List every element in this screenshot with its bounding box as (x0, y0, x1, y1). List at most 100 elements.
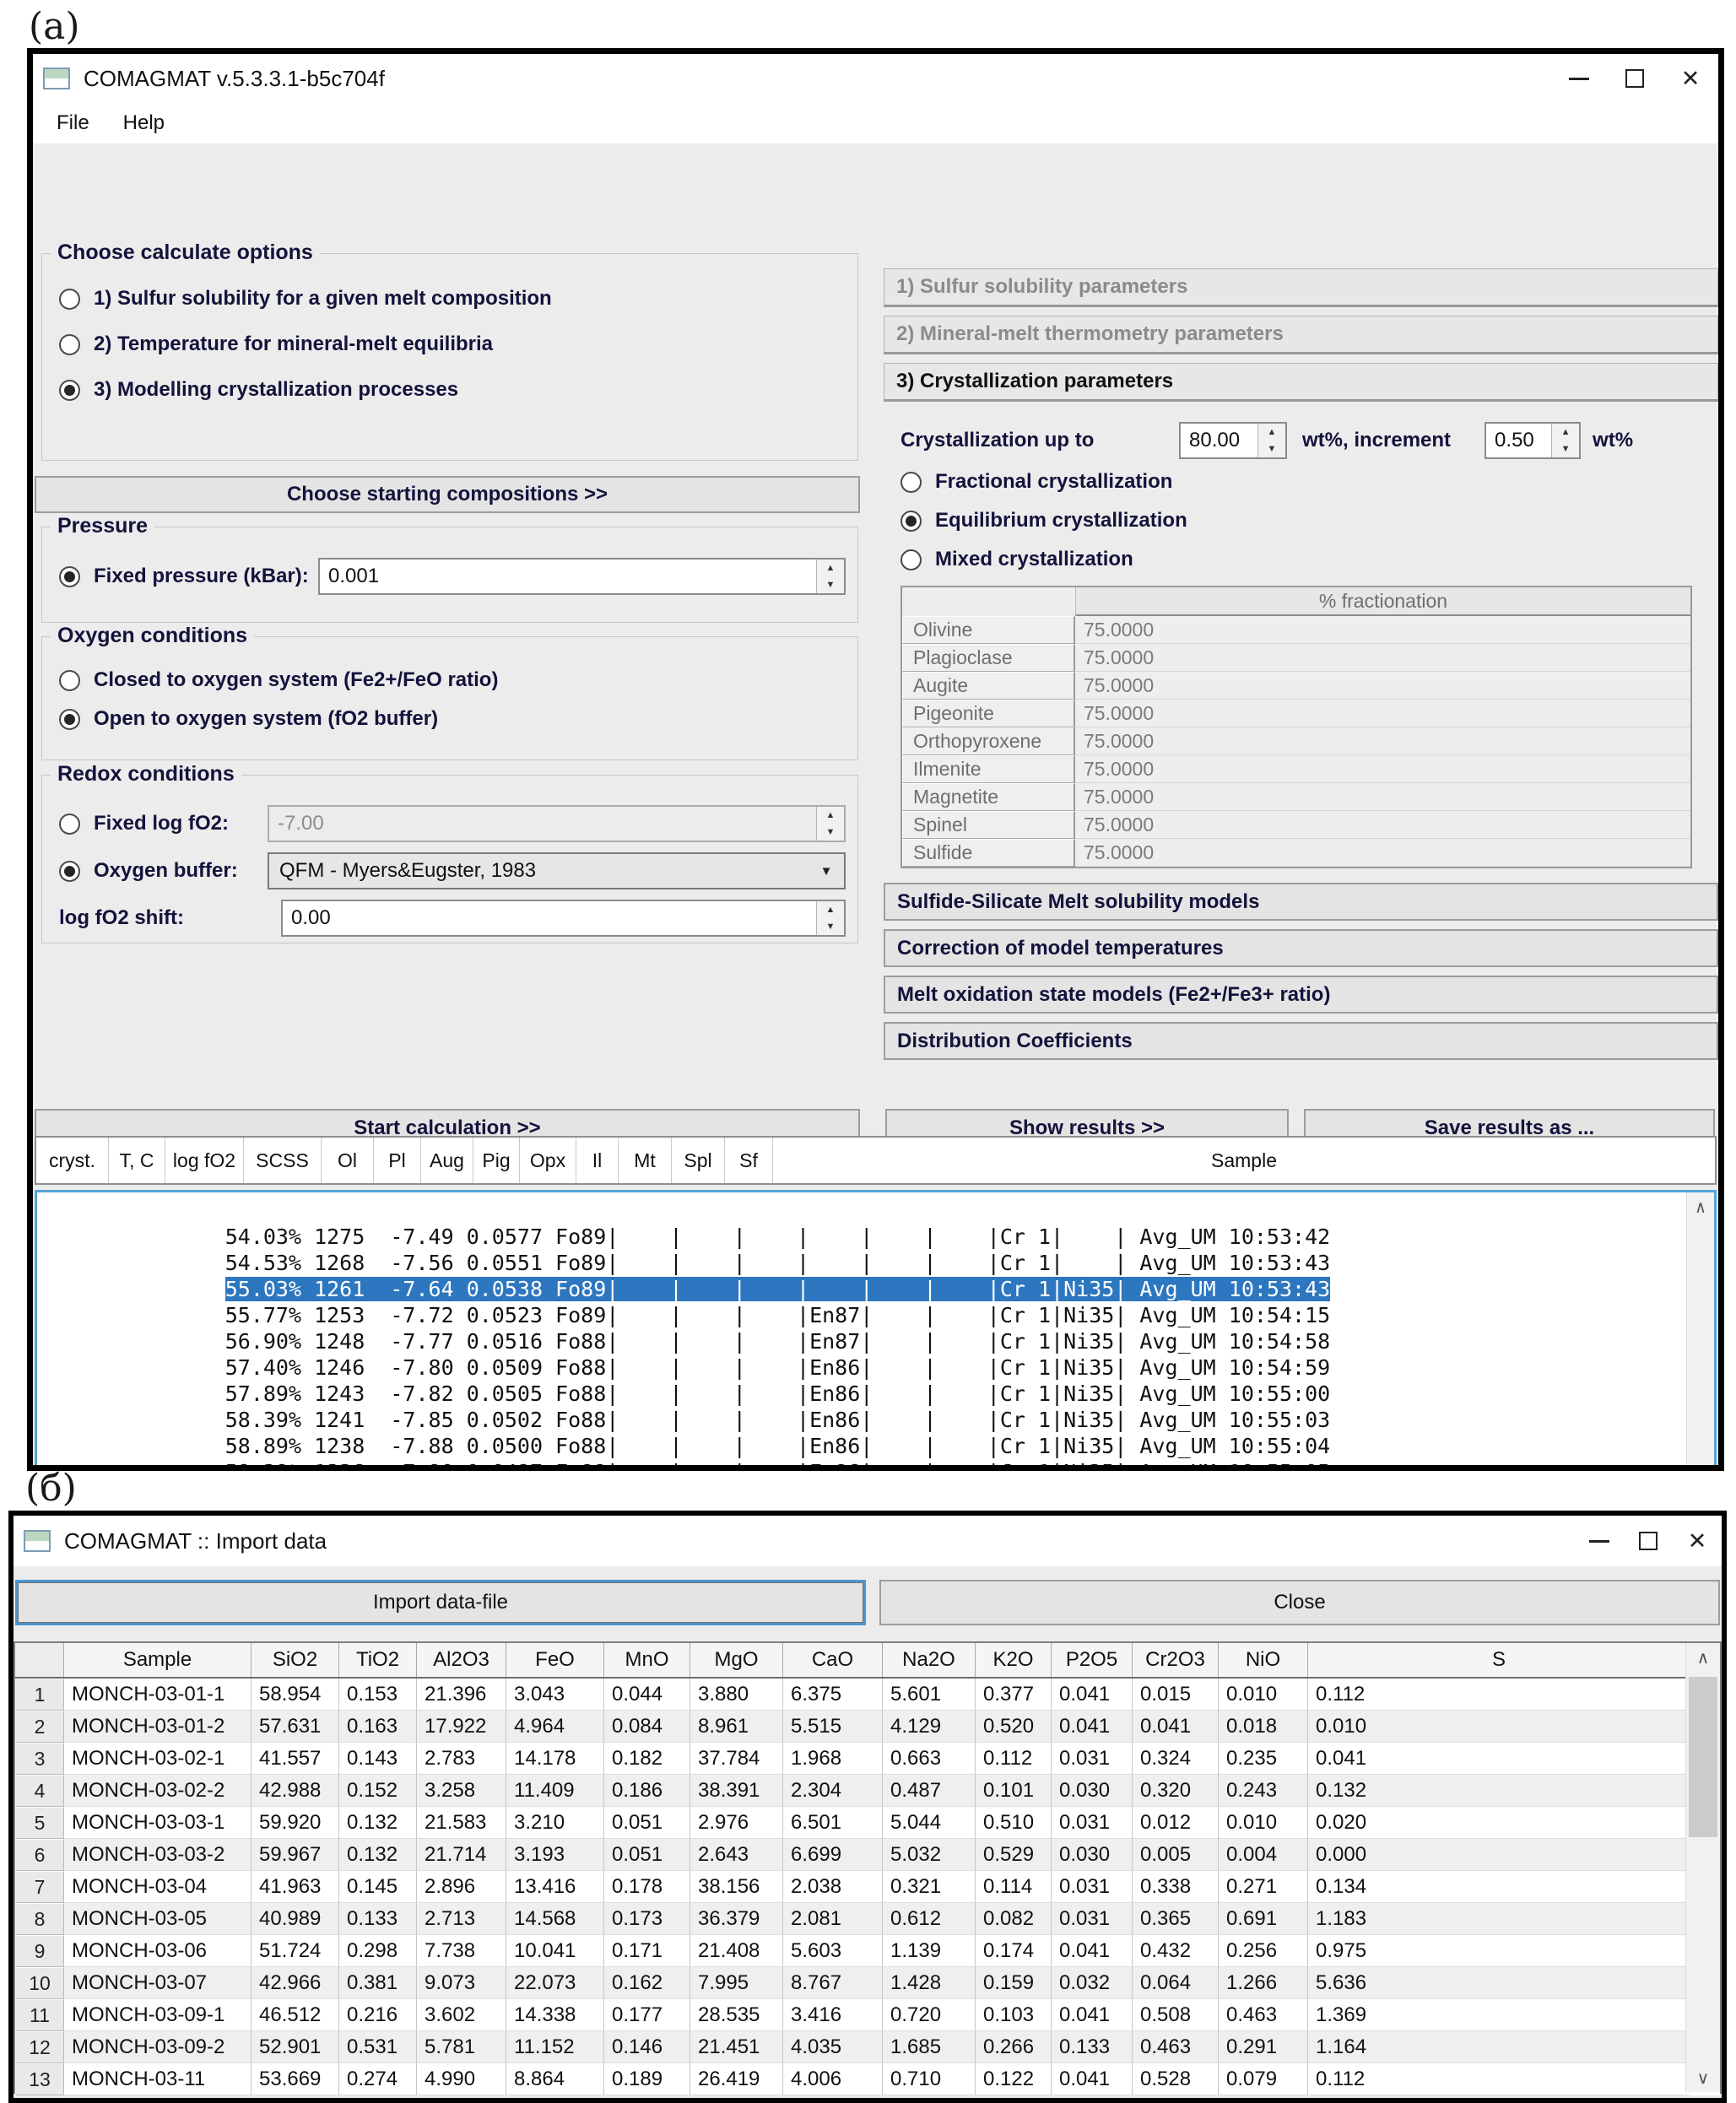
row-number-cell[interactable]: 6 (15, 1839, 64, 1871)
cryst-up-to-value[interactable]: 80.00 (1181, 424, 1257, 457)
menu-item[interactable]: File (40, 111, 106, 135)
mineral-name-cell[interactable]: Augite (902, 672, 1075, 700)
row-number-cell[interactable]: 13 (15, 2063, 64, 2095)
spin-down-icon[interactable]: ▼ (1258, 441, 1285, 457)
crystallization-mode-radio[interactable]: Mixed crystallization (900, 545, 1187, 574)
import-table-row[interactable]: 1 MONCH-03-01-1 58.954 0.153 21.396 3.04… (15, 1679, 1720, 1711)
choose-compositions-button[interactable]: Choose starting compositions >> (35, 476, 860, 513)
parameter-section-header[interactable]: 2) Mineral-melt thermometry parameters (884, 316, 1718, 354)
oxygen-option-radio[interactable]: Open to oxygen system (fO2 buffer) (59, 705, 857, 733)
mineral-name-cell[interactable]: Sulfide (902, 839, 1075, 867)
spin-down-icon[interactable]: ▼ (1552, 441, 1579, 457)
calc-option-radio[interactable]: 1) Sulfur solubility for a given melt co… (59, 284, 857, 313)
import-table-row[interactable]: 11 MONCH-03-09-1 46.512 0.216 3.602 14.3… (15, 1999, 1720, 2031)
import-table-row[interactable]: 10 MONCH-03-07 42.966 0.381 9.073 22.073… (15, 1967, 1720, 1999)
import-table-scrollbar[interactable]: ∧ ∨ (1685, 1643, 1720, 2092)
import-table-row[interactable]: 2 MONCH-03-01-2 57.631 0.163 17.922 4.96… (15, 1711, 1720, 1743)
cryst-up-to-spinner[interactable]: 80.00 ▲ ▼ (1179, 422, 1287, 459)
minimize-button[interactable] (1575, 1516, 1624, 1566)
crystallization-mode-radio[interactable]: Equilibrium crystallization (900, 506, 1187, 535)
import-table-row[interactable]: 12 MONCH-03-09-2 52.901 0.531 5.781 11.1… (15, 2031, 1720, 2063)
import-table-row[interactable]: 4 MONCH-03-02-2 42.988 0.152 3.258 11.40… (15, 1775, 1720, 1807)
mineral-name-cell[interactable]: Plagioclase (902, 644, 1075, 672)
oxygen-buffer-radio[interactable] (59, 861, 80, 882)
mineral-name-cell[interactable]: Pigeonite (902, 700, 1075, 727)
spin-up-icon[interactable]: ▲ (817, 560, 844, 576)
mineral-name-cell[interactable]: Ilmenite (902, 755, 1075, 783)
pressure-value[interactable]: 0.001 (320, 560, 816, 593)
row-number-cell[interactable]: 1 (15, 1679, 64, 1711)
fractionation-value-cell[interactable]: 75.0000 (1075, 783, 1690, 811)
spinner-arrows[interactable]: ▲ ▼ (1551, 424, 1579, 457)
maximize-button[interactable] (1624, 1516, 1673, 1566)
import-table-row[interactable]: 13 MONCH-03-11 53.669 0.274 4.990 8.864 … (15, 2063, 1720, 2095)
spin-up-icon[interactable]: ▲ (1552, 424, 1579, 441)
row-number-cell[interactable]: 7 (15, 1871, 64, 1903)
import-table-row[interactable]: 3 MONCH-03-02-1 41.557 0.143 2.783 14.17… (15, 1743, 1720, 1775)
scroll-up-icon[interactable]: ∧ (1686, 1643, 1720, 1672)
spin-down-icon[interactable]: ▼ (817, 918, 844, 935)
results-scrollbar[interactable]: ∧ ∨ (1686, 1192, 1714, 1471)
calc-option-radio[interactable]: 2) Temperature for mineral-melt equilibr… (59, 330, 857, 359)
import-table-row[interactable]: 8 MONCH-03-05 40.989 0.133 2.713 14.568 … (15, 1903, 1720, 1935)
scrollbar-thumb[interactable] (1689, 1677, 1717, 1837)
logfo2-shift-spinner[interactable]: 0.00 ▲ ▼ (281, 900, 846, 937)
model-button[interactable]: Distribution Coefficients (884, 1022, 1718, 1060)
scroll-down-icon[interactable]: ∨ (1686, 2063, 1720, 2092)
row-number-cell[interactable]: 12 (15, 2031, 64, 2063)
row-number-cell[interactable]: 8 (15, 1903, 64, 1935)
import-table-row[interactable]: 9 MONCH-03-06 51.724 0.298 7.738 10.041 … (15, 1935, 1720, 1967)
pressure-spinner[interactable]: 0.001 ▲ ▼ (318, 558, 846, 595)
calc-option-radio[interactable]: 3) Modelling crystallization processes (59, 376, 857, 404)
row-number-cell[interactable]: 10 (15, 1967, 64, 1999)
import-table-row[interactable]: 7 MONCH-03-04 41.963 0.145 2.896 13.416 … (15, 1871, 1720, 1903)
model-button[interactable]: Melt oxidation state models (Fe2+/Fe3+ r… (884, 976, 1718, 1014)
mineral-name-cell[interactable]: Orthopyroxene (902, 727, 1075, 755)
spin-up-icon[interactable]: ▲ (1258, 424, 1285, 441)
spinner-arrows[interactable]: ▲ ▼ (816, 560, 844, 593)
row-number-cell[interactable]: 4 (15, 1775, 64, 1807)
parameter-section-header[interactable]: 3) Crystallization parameters (884, 363, 1718, 402)
import-data-file-button[interactable]: Import data-file (15, 1580, 866, 1625)
row-number-cell[interactable]: 9 (15, 1935, 64, 1967)
fractionation-value-cell[interactable]: 75.0000 (1075, 644, 1690, 672)
parameter-section-header[interactable]: 1) Sulfur solubility parameters (884, 268, 1718, 307)
row-number-cell[interactable]: 11 (15, 1999, 64, 2031)
oxygen-buffer-select[interactable]: QFM - Myers&Eugster, 1983 ▼ (268, 852, 846, 889)
fractionation-value-cell[interactable]: 75.0000 (1075, 616, 1690, 644)
import-table-row[interactable]: 6 MONCH-03-03-2 59.967 0.132 21.714 3.19… (15, 1839, 1720, 1871)
results-list[interactable]: 54.03% 1275 -7.49 0.0577 Fo89| | | | | |… (35, 1190, 1717, 1471)
crystallization-mode-radio[interactable]: Fractional crystallization (900, 468, 1187, 496)
fixed-logfo2-radio[interactable] (59, 814, 80, 835)
close-dialog-button[interactable]: Close (879, 1580, 1720, 1625)
model-button[interactable]: Correction of model temperatures (884, 929, 1718, 967)
fixed-pressure-radio[interactable] (59, 566, 80, 587)
logfo2-shift-value[interactable]: 0.00 (283, 901, 816, 935)
row-number-cell[interactable]: 2 (15, 1711, 64, 1743)
maximize-button[interactable] (1607, 54, 1663, 103)
fractionation-value-cell[interactable]: 75.0000 (1075, 700, 1690, 727)
results-row[interactable]: 54.03% 1275 -7.49 0.0577 Fo89| | | | | |… (47, 1197, 1680, 1224)
fractionation-value-cell[interactable]: 75.0000 (1075, 672, 1690, 700)
fractionation-value-cell[interactable]: 75.0000 (1075, 811, 1690, 839)
fractionation-value-cell[interactable]: 75.0000 (1075, 755, 1690, 783)
close-button[interactable]: ✕ (1673, 1516, 1722, 1566)
row-number-cell[interactable]: 5 (15, 1807, 64, 1839)
mineral-name-cell[interactable]: Spinel (902, 811, 1075, 839)
minimize-button[interactable] (1551, 54, 1607, 103)
mineral-name-cell[interactable]: Olivine (902, 616, 1075, 644)
spin-down-icon[interactable]: ▼ (817, 576, 844, 593)
increment-value[interactable]: 0.50 (1486, 424, 1551, 457)
model-button[interactable]: Sulfide-Silicate Melt solubility models (884, 883, 1718, 921)
spinner-arrows[interactable]: ▲ ▼ (816, 901, 844, 935)
scroll-up-icon[interactable]: ∧ (1687, 1192, 1714, 1221)
menu-item[interactable]: Help (106, 111, 181, 135)
close-button[interactable]: ✕ (1663, 54, 1718, 103)
import-table-row[interactable]: 5 MONCH-03-03-1 59.920 0.132 21.583 3.21… (15, 1807, 1720, 1839)
fractionation-value-cell[interactable]: 75.0000 (1075, 839, 1690, 867)
row-number-cell[interactable]: 3 (15, 1743, 64, 1775)
increment-spinner[interactable]: 0.50 ▲ ▼ (1485, 422, 1581, 459)
fractionation-value-cell[interactable]: 75.0000 (1075, 727, 1690, 755)
spin-up-icon[interactable]: ▲ (817, 901, 844, 918)
spinner-arrows[interactable]: ▲ ▼ (1257, 424, 1285, 457)
